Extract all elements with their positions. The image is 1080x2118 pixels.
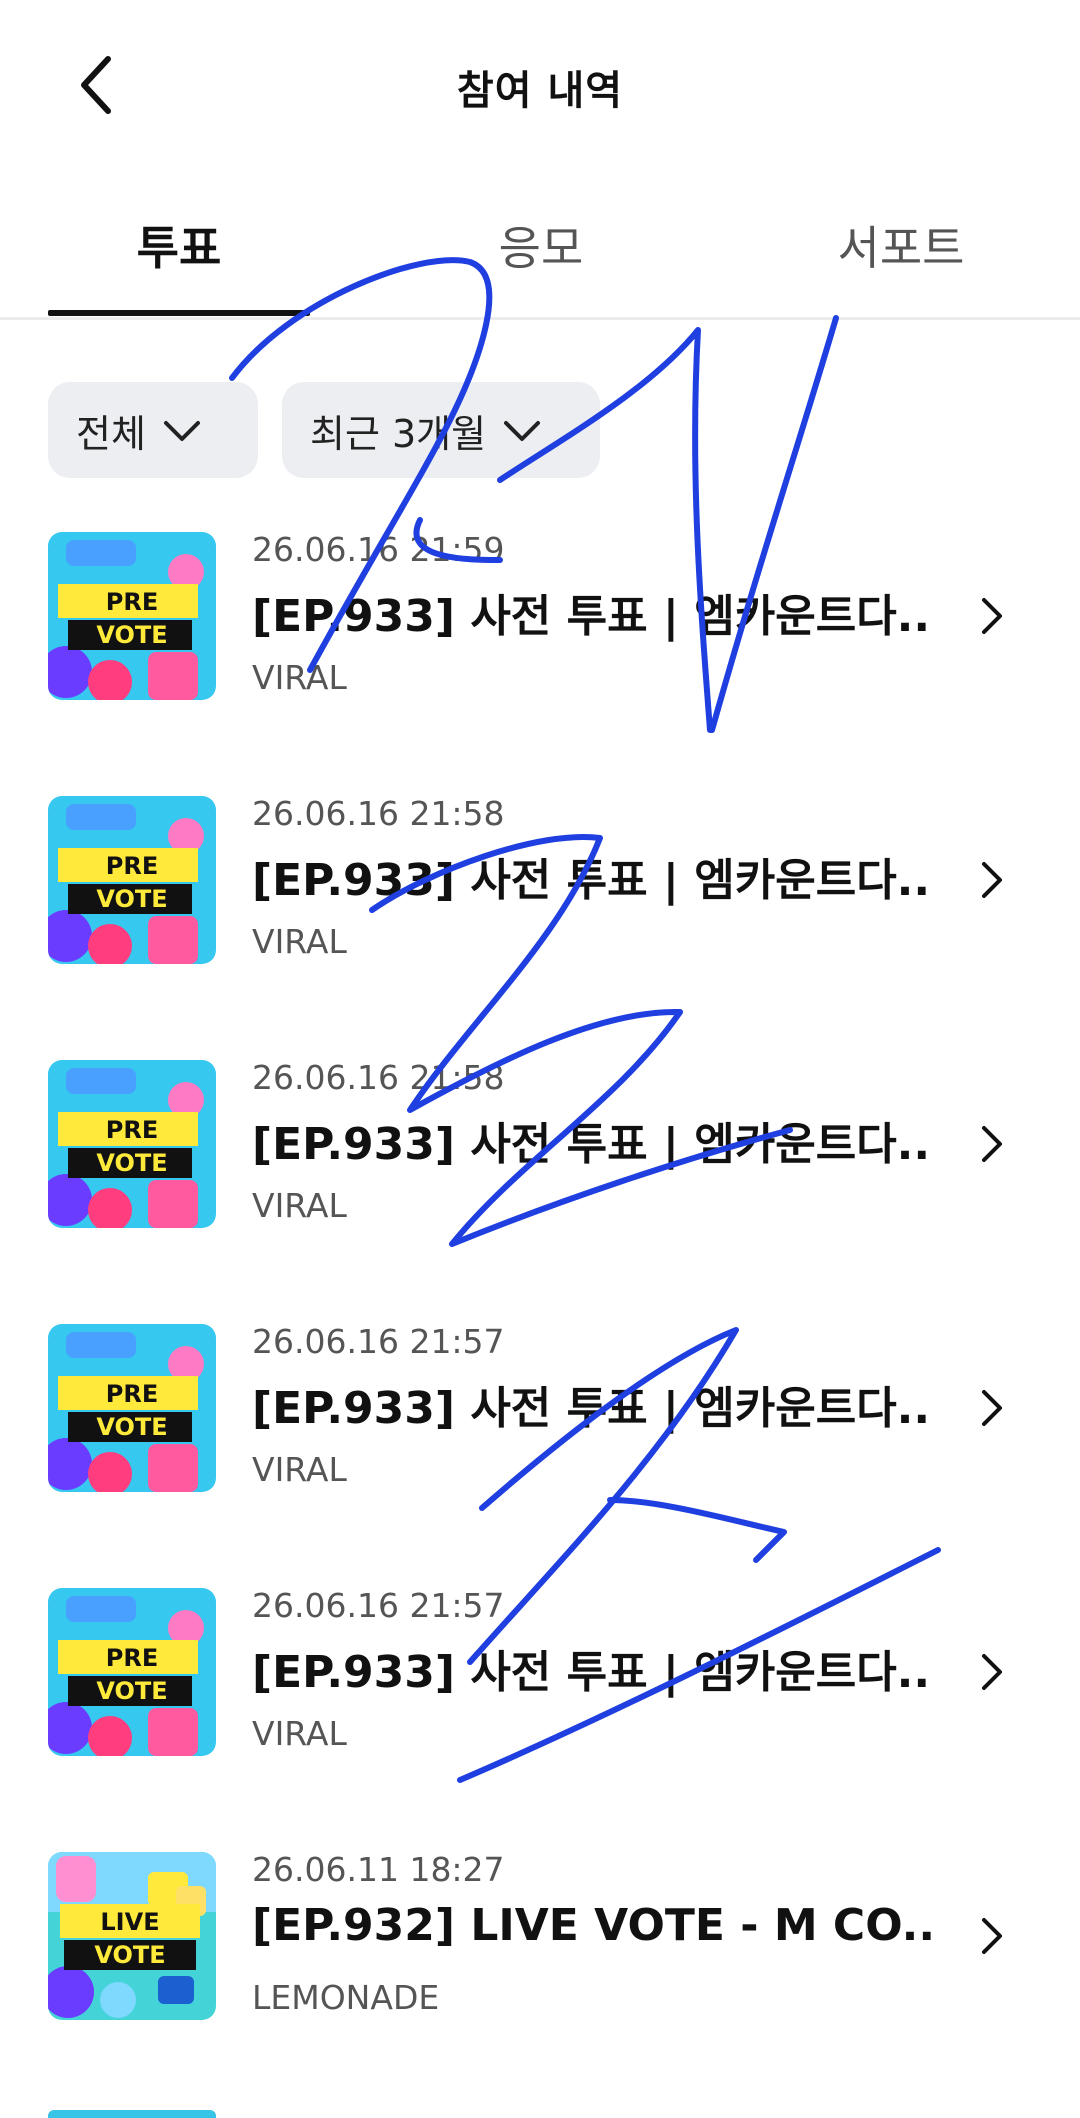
item-brand: VIRAL <box>252 1714 347 1753</box>
tab-entry[interactable]: 응모 <box>410 212 672 308</box>
item-title: [EP.933] 사전 투표 | 엠카운트다... <box>252 591 932 642</box>
list-item[interactable]: PRE VOTE 26.06.16 21:58 [EP.933] 사전 투표 |… <box>0 794 1080 964</box>
item-title: [EP.933] 사전 투표 | 엠카운트다... <box>252 855 932 906</box>
item-date: 26.06.16 21:57 <box>252 1586 505 1625</box>
tab-support[interactable]: 서포트 <box>770 212 1032 308</box>
tab-bar: 투표 응모 서포트 <box>0 200 1080 320</box>
list-item[interactable]: LIVE VOTE 26.06.11 18:27 [EP.932] LIVE V… <box>0 1850 1080 2020</box>
item-brand: VIRAL <box>252 658 347 697</box>
thumb-badge-bottom: VOTE <box>96 1413 167 1441</box>
filter-period-dropdown[interactable]: 최근 3개월 <box>282 382 600 478</box>
chevron-right-icon <box>982 598 1002 634</box>
item-brand: LEMONADE <box>252 1978 440 2017</box>
chevron-right-icon <box>982 1390 1002 1426</box>
item-title: [EP.933] 사전 투표 | 엠카운트다... <box>252 1647 932 1698</box>
item-brand: VIRAL <box>252 1450 347 1489</box>
list-item[interactable]: PRE VOTE 26.06.16 21:57 [EP.933] 사전 투표 |… <box>0 1322 1080 1492</box>
event-thumbnail: PRE VOTE <box>48 1060 216 1228</box>
thumb-badge-top: PRE <box>106 1116 158 1144</box>
pre-vote-thumbnail-art: PRE VOTE <box>48 796 216 964</box>
thumb-badge-bottom: VOTE <box>96 1677 167 1705</box>
thumb-badge-bottom: VOTE <box>96 885 167 913</box>
thumb-badge-top: LIVE <box>100 1908 159 1936</box>
pre-vote-thumbnail-art: PRE VOTE <box>48 1588 216 1756</box>
page-title: 참여 내역 <box>456 68 624 114</box>
chevron-right-icon <box>982 1918 1002 1954</box>
filter-period-label: 최근 3개월 <box>310 411 487 456</box>
chevron-down-icon <box>163 421 200 441</box>
chevron-down-icon <box>504 421 541 441</box>
event-thumbnail: LIVE VOTE <box>48 1852 216 2020</box>
thumb-badge-bottom: VOTE <box>96 621 167 649</box>
chevron-right-icon <box>982 1654 1002 1690</box>
item-title: [EP.932] LIVE VOTE - M CO... <box>252 1900 932 1951</box>
event-thumbnail: PRE VOTE <box>48 796 216 964</box>
item-date: 26.06.16 21:58 <box>252 1058 505 1097</box>
thumb-badge-top: PRE <box>106 1380 158 1408</box>
list-item[interactable]: PRE VOTE 26.06.16 21:59 [EP.933] 사전 투표 |… <box>0 530 1080 700</box>
event-thumbnail: PRE VOTE <box>48 1588 216 1756</box>
item-date: 26.06.11 18:27 <box>252 1850 505 1889</box>
thumb-badge-bottom: VOTE <box>94 1941 165 1969</box>
list-item[interactable]: PRE VOTE 26.06.16 21:58 [EP.933] 사전 투표 |… <box>0 1058 1080 1228</box>
thumb-badge-bottom: VOTE <box>96 1149 167 1177</box>
item-date: 26.06.16 21:58 <box>252 794 505 833</box>
item-title: [EP.933] 사전 투표 | 엠카운트다... <box>252 1383 932 1434</box>
item-title: [EP.933] 사전 투표 | 엠카운트다... <box>252 1119 932 1170</box>
pre-vote-thumbnail-art: PRE VOTE <box>48 1060 216 1228</box>
app-header: 참여 내역 <box>0 0 1080 170</box>
thumb-badge-top: PRE <box>106 588 158 616</box>
item-brand: VIRAL <box>252 922 347 961</box>
active-tab-indicator <box>48 310 310 316</box>
chevron-right-icon <box>982 1126 1002 1162</box>
chevron-right-icon <box>982 862 1002 898</box>
item-date: 26.06.16 21:57 <box>252 1322 505 1361</box>
live-vote-thumbnail-art: LIVE VOTE <box>48 1852 216 2020</box>
filter-type-label: 전체 <box>76 411 146 456</box>
item-date: 26.06.16 21:59 <box>252 530 505 569</box>
pre-vote-thumbnail-art: PRE VOTE <box>48 532 216 700</box>
thumb-badge-top: PRE <box>106 1644 158 1672</box>
item-brand: VIRAL <box>252 1186 347 1225</box>
thumb-badge-top: PRE <box>106 852 158 880</box>
event-thumbnail: PRE VOTE <box>48 1324 216 1492</box>
event-thumbnail: PRE VOTE <box>48 532 216 700</box>
tab-vote[interactable]: 투표 <box>48 212 310 308</box>
pre-vote-thumbnail-art: PRE VOTE <box>48 1324 216 1492</box>
next-item-thumbnail-peek <box>48 2110 216 2118</box>
list-item[interactable]: PRE VOTE 26.06.16 21:57 [EP.933] 사전 투표 |… <box>0 1586 1080 1756</box>
filter-type-dropdown[interactable]: 전체 <box>48 382 258 478</box>
